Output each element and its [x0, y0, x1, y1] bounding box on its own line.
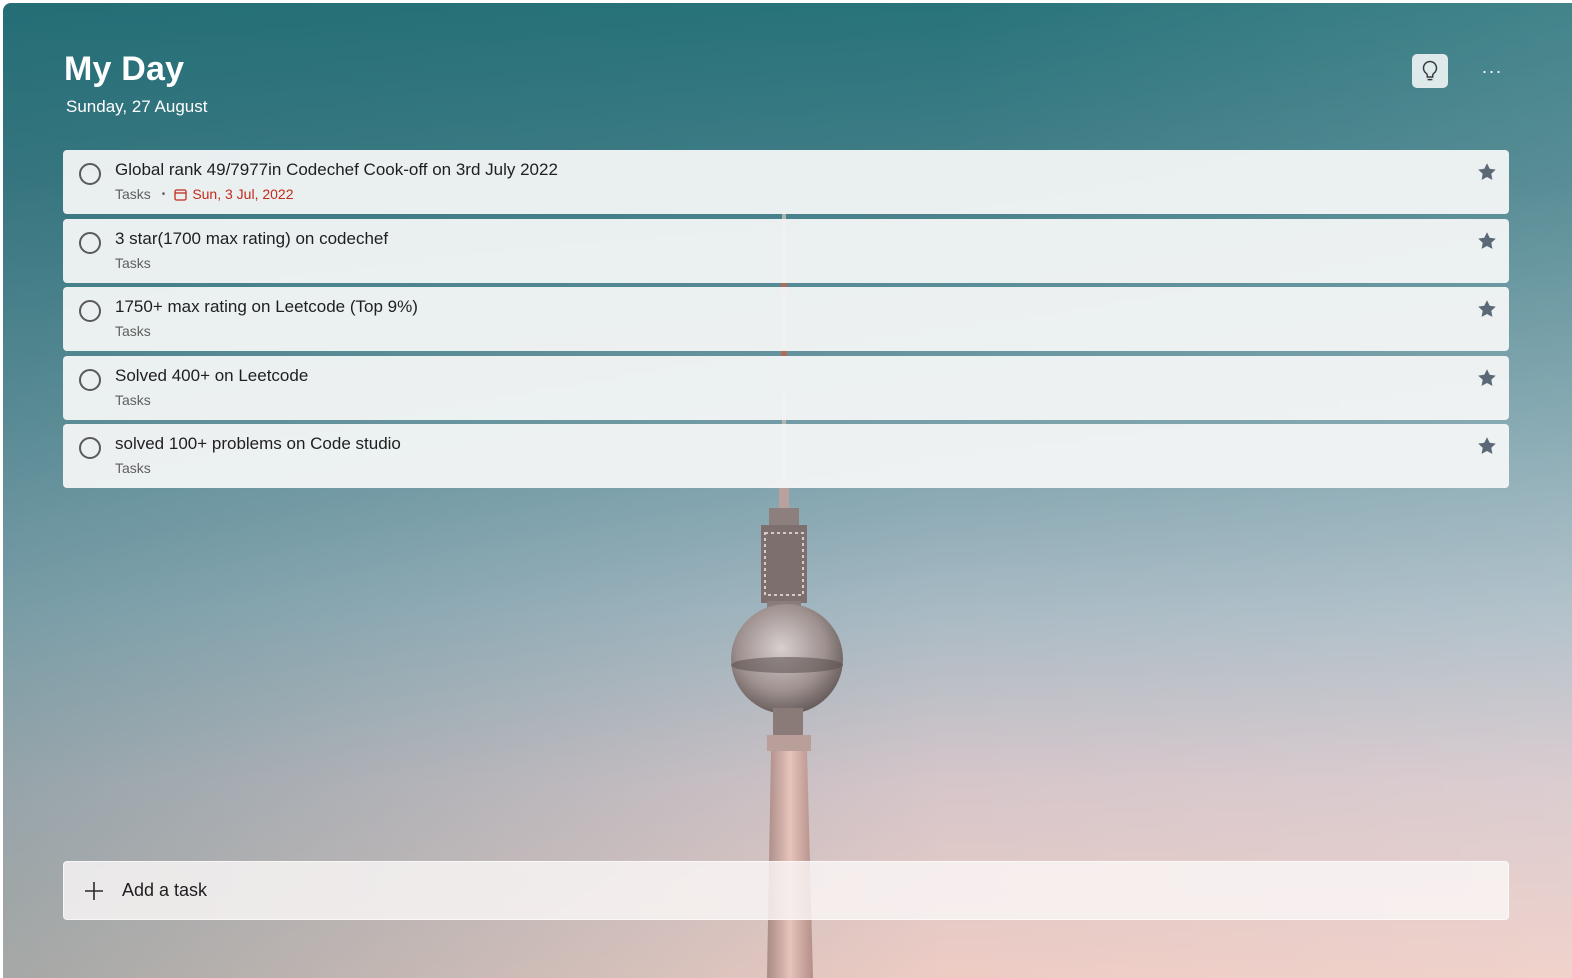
task-meta: Tasks: [115, 255, 151, 271]
task-title: 1750+ max rating on Leetcode (Top 9%): [115, 297, 418, 316]
add-task-input[interactable]: Add a task: [63, 861, 1509, 920]
task-list: Global rank 49/7977in Codechef Cook-off …: [63, 150, 1509, 493]
more-options-icon: ···: [1481, 60, 1503, 81]
complete-task-checkbox[interactable]: [79, 369, 101, 391]
page-title: My Day: [64, 50, 185, 88]
calendar-icon: [174, 188, 187, 201]
star-icon[interactable]: [1477, 231, 1497, 251]
task-title: Global rank 49/7977in Codechef Cook-off …: [115, 160, 558, 179]
star-icon[interactable]: [1477, 299, 1497, 319]
task-meta: Tasks: [115, 392, 151, 408]
complete-task-checkbox[interactable]: [79, 437, 101, 459]
star-icon[interactable]: [1477, 368, 1497, 388]
task-item[interactable]: Global rank 49/7977in Codechef Cook-off …: [63, 150, 1509, 214]
task-item[interactable]: Solved 400+ on Leetcode Tasks: [63, 356, 1509, 420]
task-item[interactable]: solved 100+ problems on Code studio Task…: [63, 424, 1509, 488]
task-list-name: Tasks: [115, 392, 151, 408]
task-meta: Tasks: [115, 323, 151, 339]
plus-icon: [84, 881, 104, 901]
add-task-label: Add a task: [122, 880, 208, 900]
task-list-name: Tasks: [115, 186, 151, 202]
app-window: My Day Sunday, 27 August ··· Global rank…: [0, 0, 1572, 978]
task-title: 3 star(1700 max rating) on codechef: [115, 229, 389, 248]
task-title: Solved 400+ on Leetcode: [115, 366, 309, 385]
task-due-date: Sun, 3 Jul, 2022: [174, 186, 294, 202]
complete-task-checkbox[interactable]: [79, 232, 101, 254]
task-list-name: Tasks: [115, 460, 151, 476]
suggestions-button[interactable]: [1412, 54, 1448, 88]
task-meta: Tasks: [115, 460, 151, 476]
star-icon[interactable]: [1477, 162, 1497, 182]
lightbulb-icon: [1422, 60, 1438, 81]
header-actions: ···: [1412, 54, 1510, 88]
task-list-name: Tasks: [115, 323, 151, 339]
complete-task-checkbox[interactable]: [79, 300, 101, 322]
more-options-button[interactable]: ···: [1474, 54, 1510, 88]
task-item[interactable]: 3 star(1700 max rating) on codechef Task…: [63, 219, 1509, 283]
page-date: Sunday, 27 August: [66, 97, 208, 116]
task-title: solved 100+ problems on Code studio: [115, 434, 401, 453]
task-meta: Tasks • Sun, 3 Jul, 2022: [115, 186, 294, 202]
task-item[interactable]: 1750+ max rating on Leetcode (Top 9%) Ta…: [63, 287, 1509, 351]
meta-separator: •: [161, 188, 166, 200]
task-list-name: Tasks: [115, 255, 151, 271]
star-icon[interactable]: [1477, 436, 1497, 456]
complete-task-checkbox[interactable]: [79, 163, 101, 185]
page-header: My Day Sunday, 27 August: [64, 50, 207, 117]
task-due-date-text: Sun, 3 Jul, 2022: [192, 186, 294, 202]
